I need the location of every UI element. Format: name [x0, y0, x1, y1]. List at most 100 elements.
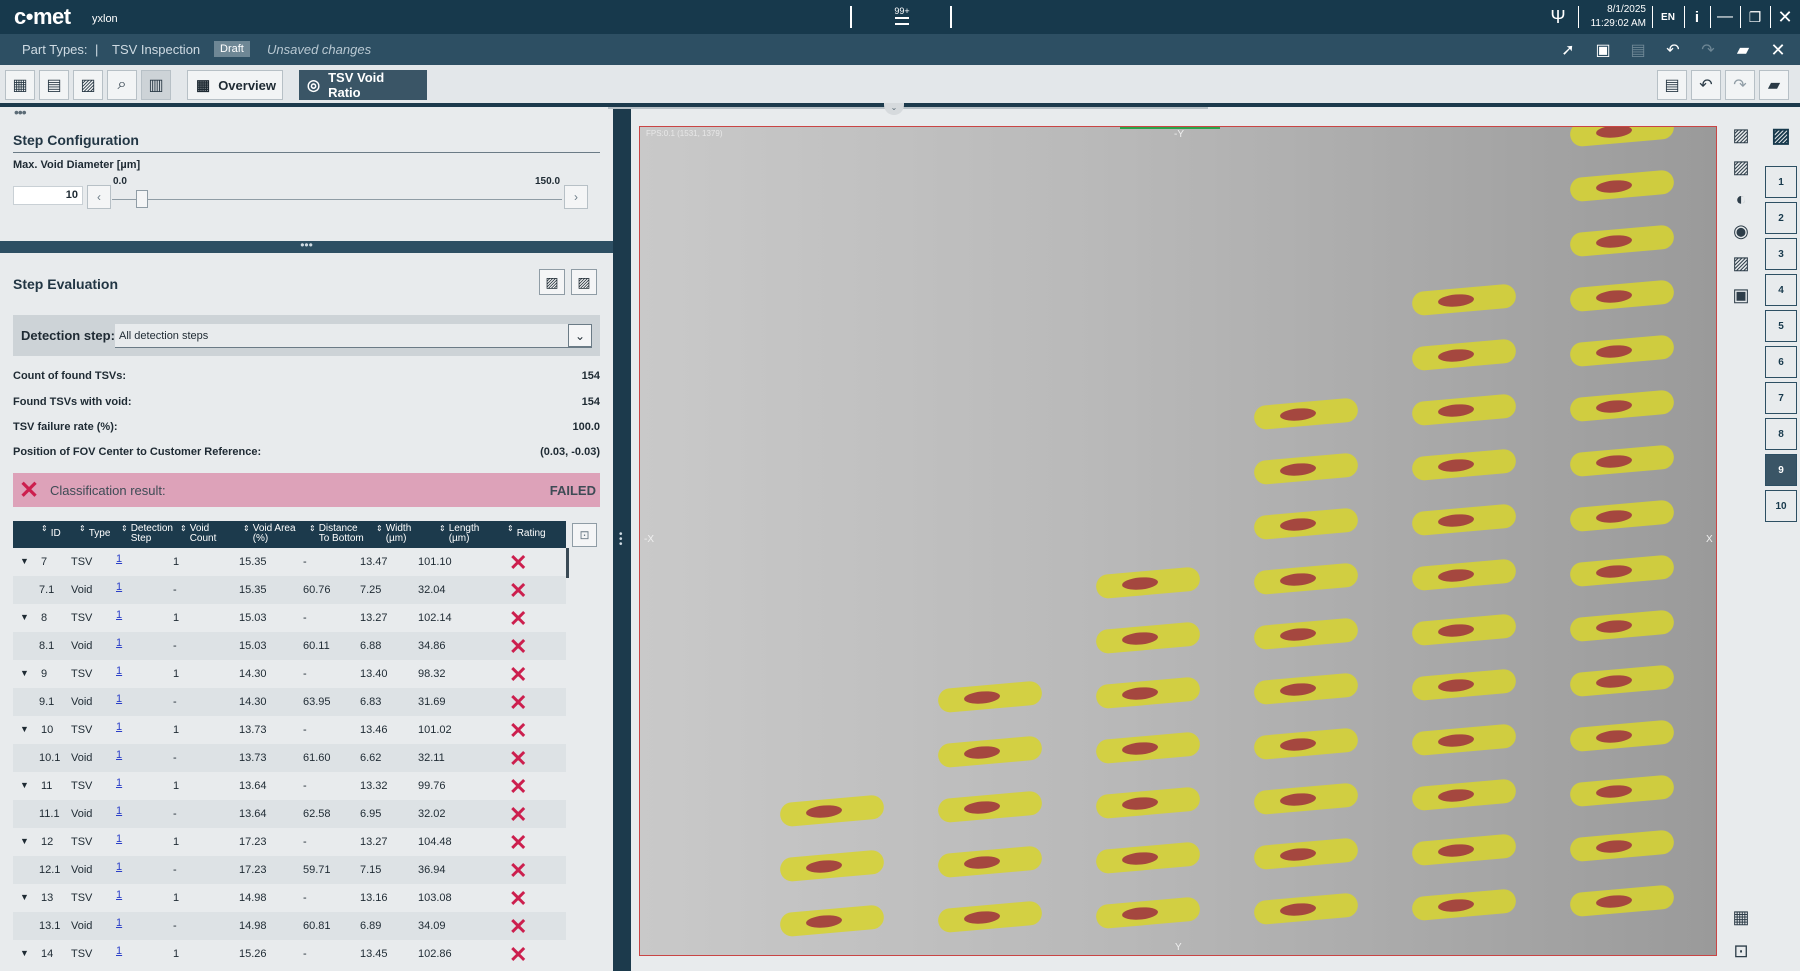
table-settings-icon[interactable]: ⊡	[572, 523, 597, 547]
slider-decrease-button[interactable]: ‹	[87, 185, 111, 209]
close-icon[interactable]: ✕	[1767, 39, 1789, 61]
tsv-capsule[interactable]	[1253, 397, 1359, 430]
table-row[interactable]: ▼ 12 TSV 1 1 17.23 - 13.27 104.48 ✕	[13, 828, 566, 856]
tsv-capsule[interactable]	[937, 790, 1043, 823]
column-header[interactable]: ⇕ Width (µm)	[376, 524, 411, 544]
column-header[interactable]: ⇕ Void Count	[180, 524, 216, 544]
image-settings-icon[interactable]: ▨	[73, 70, 103, 100]
slider-thumb[interactable]	[136, 190, 149, 208]
step-button-5[interactable]: 5	[1765, 310, 1797, 342]
expand-chevron-icon[interactable]: ▼	[20, 948, 29, 958]
frame-icon[interactable]: ▣	[1729, 283, 1753, 307]
cell-step[interactable]: 1	[116, 945, 122, 957]
tsv-capsule[interactable]	[1569, 444, 1675, 477]
image-compare-icon[interactable]: ▨	[1729, 155, 1753, 179]
viewer-top-handle[interactable]: ⌄	[608, 103, 1208, 115]
undo-icon[interactable]: ↶	[1662, 39, 1684, 61]
tsv-capsule[interactable]	[1411, 723, 1517, 756]
expand-chevron-icon[interactable]: ▼	[20, 892, 29, 902]
table-scrollbar[interactable]	[566, 548, 569, 578]
image-adjust-icon[interactable]: ▨	[1729, 123, 1753, 147]
tsv-capsule[interactable]	[937, 735, 1043, 768]
tsv-capsule[interactable]	[1095, 841, 1201, 874]
table-row[interactable]: ▼ 7 TSV 1 1 15.35 - 13.47 101.10 ✕	[13, 548, 566, 576]
tsv-capsule[interactable]	[1569, 334, 1675, 367]
tsv-capsule[interactable]	[1253, 562, 1359, 595]
column-header[interactable]: ⇕ Length (µm)	[439, 524, 479, 544]
column-header[interactable]: ⇕ Detection Step	[121, 524, 173, 544]
document-icon[interactable]: ▤	[39, 70, 69, 100]
tsv-capsule[interactable]	[1253, 617, 1359, 650]
report-view-icon[interactable]: ▥	[141, 70, 171, 100]
xray-image[interactable]: FPS:0.1 (1531, 1379) -Y Y -X X	[639, 126, 1717, 956]
cell-step[interactable]: 1	[116, 693, 122, 705]
cell-step[interactable]: 1	[116, 833, 122, 845]
table-row[interactable]: ▼ 14 TSV 1 1 15.26 - 13.45 102.86 ✕	[13, 940, 566, 968]
tsv-capsule[interactable]	[1411, 558, 1517, 591]
tsv-capsule[interactable]	[779, 904, 885, 937]
table-row[interactable]: 10.1 Void 1 - 13.73 61.60 6.62 32.11 ✕	[13, 744, 566, 772]
tsv-capsule[interactable]	[1569, 389, 1675, 422]
step-button-4[interactable]: 4	[1765, 274, 1797, 306]
image-layer-icon[interactable]: ▨	[1729, 251, 1753, 275]
image-gallery-icon[interactable]: ▨	[1765, 119, 1797, 151]
step-button-1[interactable]: 1	[1765, 166, 1797, 198]
image-search-icon[interactable]: ⌕	[107, 70, 137, 100]
tsv-capsule[interactable]	[1253, 507, 1359, 540]
slider-increase-button[interactable]: ›	[564, 185, 588, 209]
export-report-icon[interactable]: ▨	[571, 269, 597, 295]
column-header[interactable]: ⇕ ID	[41, 524, 61, 539]
tsv-capsule[interactable]	[1569, 224, 1675, 257]
step-button-6[interactable]: 6	[1765, 346, 1797, 378]
tsv-capsule[interactable]	[937, 900, 1043, 933]
grid-view-icon[interactable]: ▦	[5, 70, 35, 100]
toolbar-redo-icon[interactable]: ↷	[1725, 70, 1755, 100]
tsv-capsule[interactable]	[1253, 837, 1359, 870]
minimize-icon[interactable]: —	[1714, 0, 1736, 34]
step-button-3[interactable]: 3	[1765, 238, 1797, 270]
tsv-capsule[interactable]	[1569, 127, 1675, 147]
cell-step[interactable]: 1	[116, 637, 122, 649]
tsv-capsule[interactable]	[1569, 499, 1675, 532]
export-image-icon[interactable]: ▨	[539, 269, 565, 295]
part-types-label[interactable]: Part Types:	[22, 42, 88, 57]
expand-chevron-icon[interactable]: ▼	[20, 668, 29, 678]
panel-divider[interactable]: •••	[0, 239, 613, 253]
max-void-diameter-input[interactable]: 10	[13, 186, 83, 205]
save-copy-icon[interactable]: ▣	[1592, 39, 1614, 61]
tsv-capsule[interactable]	[1569, 664, 1675, 697]
expand-chevron-icon[interactable]: ▼	[20, 556, 29, 566]
tsv-capsule[interactable]	[1411, 338, 1517, 371]
table-row[interactable]: 11.1 Void 1 - 13.64 62.58 6.95 32.02 ✕	[13, 800, 566, 828]
tsv-capsule[interactable]	[1095, 786, 1201, 819]
tsv-capsule[interactable]	[1095, 566, 1201, 599]
folder-icon[interactable]: ▰	[1732, 39, 1754, 61]
slider-track[interactable]	[112, 199, 562, 200]
table-row[interactable]: 9.1 Void 1 - 14.30 63.95 6.83 31.69 ✕	[13, 688, 566, 716]
step-button-8[interactable]: 8	[1765, 418, 1797, 450]
tsv-capsule[interactable]	[1095, 621, 1201, 654]
tsv-capsule[interactable]	[1253, 727, 1359, 760]
restore-icon[interactable]: ❐	[1744, 0, 1766, 34]
tsv-capsule[interactable]	[1411, 833, 1517, 866]
grid-overlay-icon[interactable]: ▦	[1729, 905, 1753, 929]
cell-step[interactable]: 1	[116, 665, 122, 677]
column-header[interactable]: ⇕ Distance To Bottom	[309, 524, 364, 544]
run-cursor-icon[interactable]: ➚	[1557, 39, 1579, 61]
crop-icon[interactable]: ⊡	[1729, 939, 1753, 963]
step-button-2[interactable]: 2	[1765, 202, 1797, 234]
close-window-icon[interactable]: ✕	[1774, 0, 1796, 34]
table-row[interactable]: 12.1 Void 1 - 17.23 59.71 7.15 36.94 ✕	[13, 856, 566, 884]
cell-step[interactable]: 1	[116, 917, 122, 929]
expand-chevron-icon[interactable]: ▼	[20, 612, 29, 622]
tsv-capsule[interactable]	[1095, 896, 1201, 929]
expand-chevron-icon[interactable]: ▼	[20, 836, 29, 846]
tsv-capsule[interactable]	[1411, 778, 1517, 811]
tsv-capsule[interactable]	[1411, 613, 1517, 646]
cell-step[interactable]: 1	[116, 609, 122, 621]
tsv-capsule[interactable]	[1569, 279, 1675, 312]
step-button-7[interactable]: 7	[1765, 382, 1797, 414]
table-row[interactable]: ▼ 11 TSV 1 1 13.64-13.32 99.76 ✕	[13, 772, 566, 800]
report-icon[interactable]: ▤	[1627, 39, 1649, 61]
step-button-10[interactable]: 10	[1765, 490, 1797, 522]
